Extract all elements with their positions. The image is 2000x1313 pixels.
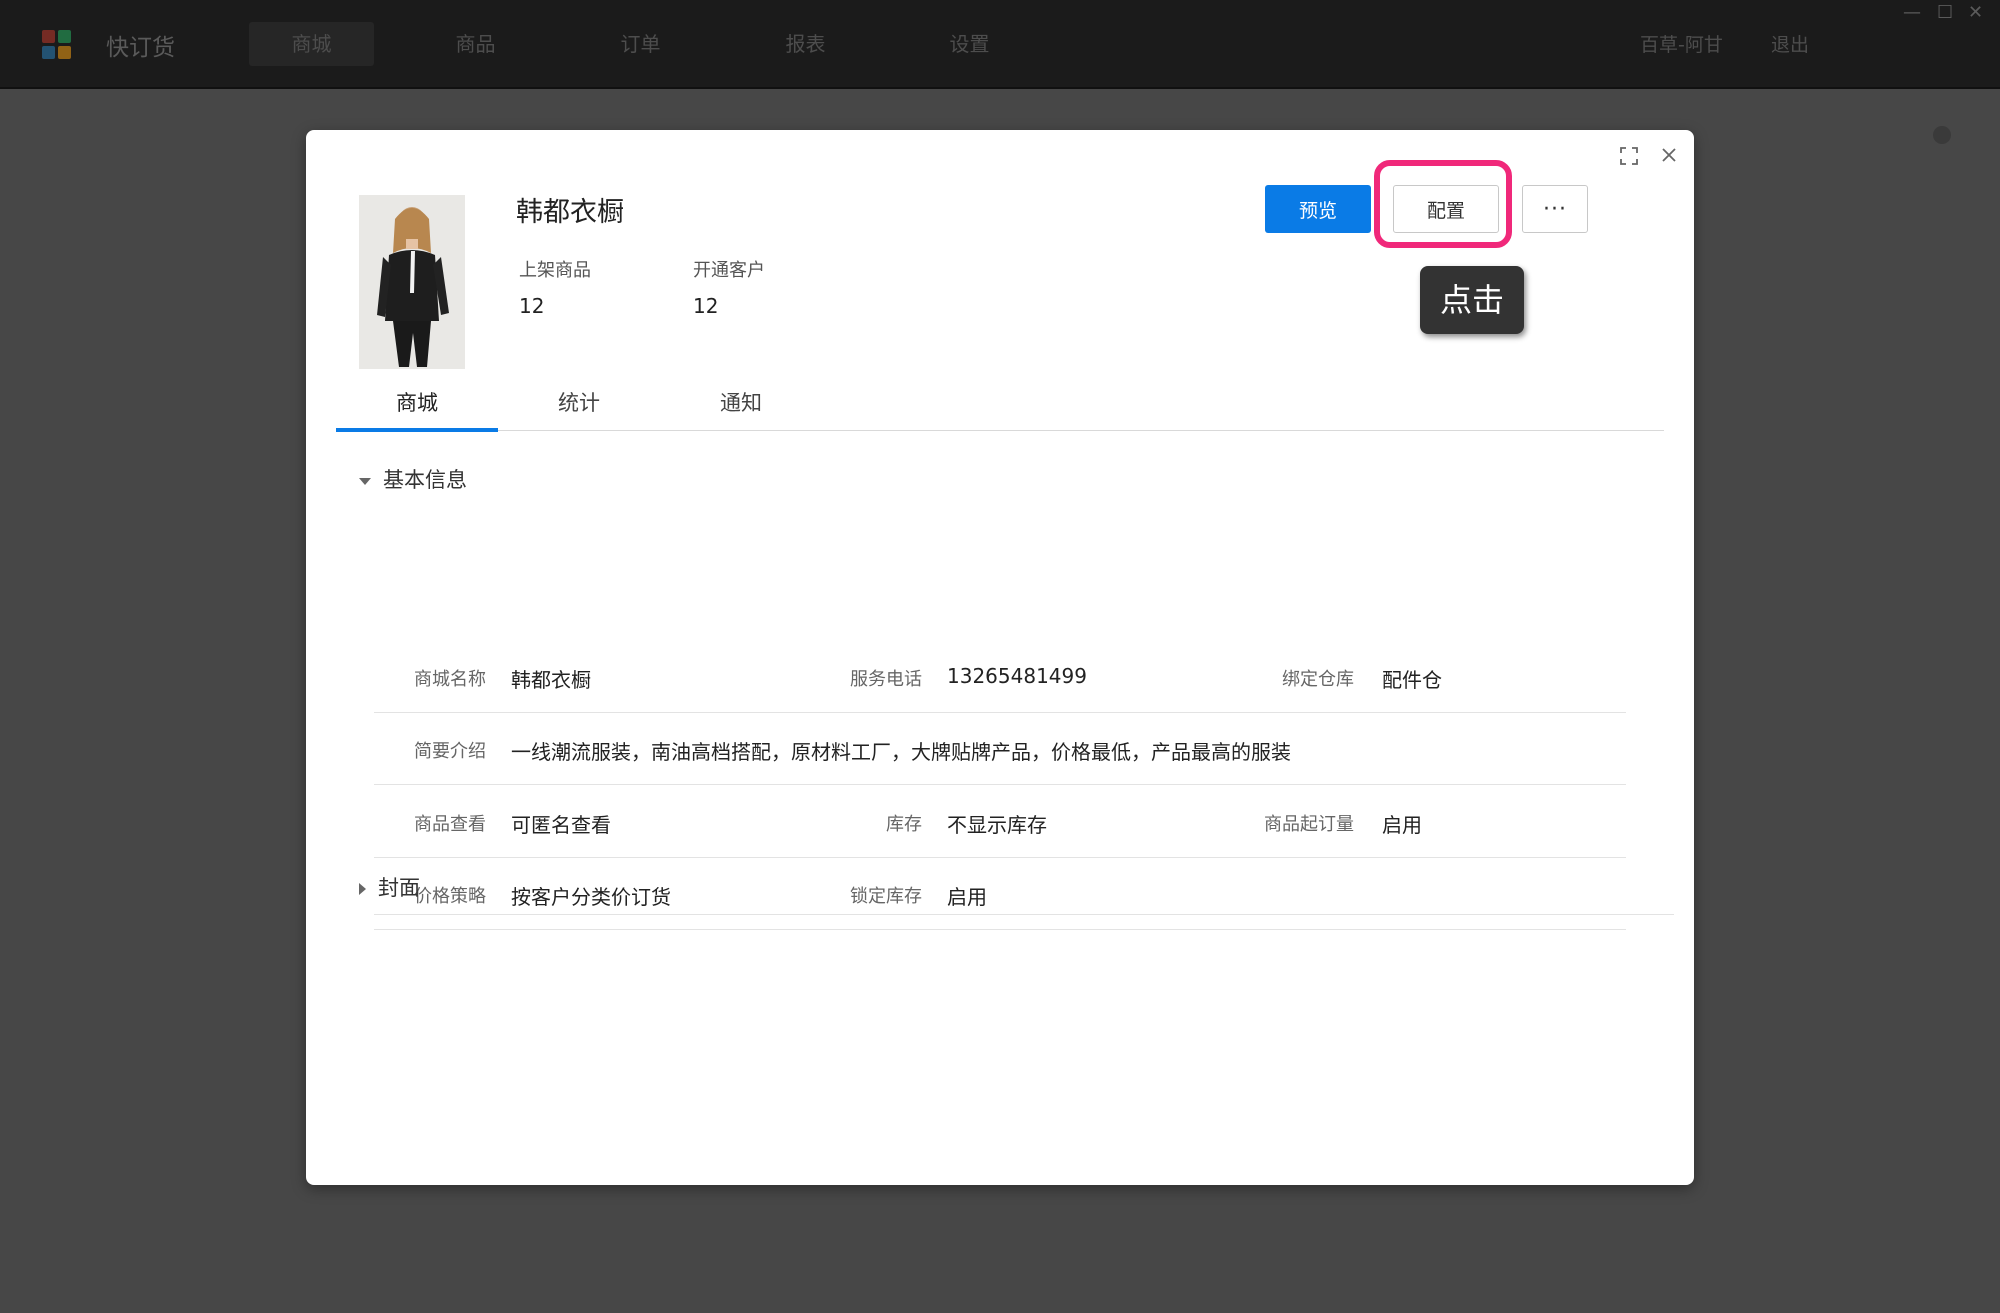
active-customers-value: 12 — [693, 294, 719, 318]
intro-label: 简要介绍 — [414, 741, 486, 762]
warehouse-label: 绑定仓库 — [1282, 669, 1354, 690]
tab-mall[interactable]: 商城 — [336, 382, 498, 432]
window-close-icon[interactable]: ✕ — [1968, 2, 1983, 23]
product-view-label: 商品查看 — [414, 814, 486, 835]
nav-orders[interactable]: 订单 — [578, 22, 703, 66]
app-logo-icon — [42, 30, 72, 60]
preview-button[interactable]: 预览 — [1265, 185, 1371, 233]
user-name[interactable]: 百草-阿甘 — [1640, 30, 1723, 57]
shop-cover-image — [359, 195, 465, 369]
listed-products-label: 上架商品 — [519, 260, 591, 281]
intro-value: 一线潮流服装，南油高档搭配，原材料工厂，大牌贴牌产品，价格最低，产品最高的服装 — [511, 740, 1291, 764]
logout-link[interactable]: 退出 — [1771, 30, 1809, 57]
click-hint-tooltip: 点击 — [1420, 266, 1524, 334]
lock-stock-value: 启用 — [947, 885, 987, 909]
nav-mall[interactable]: 商城 — [249, 22, 374, 66]
cover-divider — [374, 914, 1674, 915]
shop-name-label: 商城名称 — [414, 669, 486, 690]
basic-info-toggle[interactable]: 基本信息 — [359, 464, 467, 494]
phone-label: 服务电话 — [850, 669, 922, 690]
more-button[interactable]: ··· — [1522, 185, 1588, 233]
expand-icon[interactable] — [1616, 143, 1642, 169]
shop-name-value: 韩都衣橱 — [511, 668, 591, 692]
lock-stock-label: 锁定库存 — [850, 886, 922, 907]
caret-down-icon — [359, 477, 371, 485]
stock-value: 不显示库存 — [947, 813, 1047, 837]
listed-products-value: 12 — [519, 294, 545, 318]
info-row: 简要介绍 一线潮流服装，南油高档搭配，原材料工厂，大牌贴牌产品，价格最低，产品最… — [374, 712, 1626, 785]
caret-right-icon — [359, 883, 366, 895]
cover-toggle[interactable]: 封面 — [359, 872, 420, 902]
close-icon[interactable] — [1656, 143, 1682, 169]
price-strategy-value: 按客户分类价订货 — [511, 885, 671, 909]
nav-reports[interactable]: 报表 — [743, 22, 868, 66]
info-row: 商城名称 韩都衣橱 服务电话 13265481499 绑定仓库 配件仓 — [374, 640, 1626, 713]
product-view-value: 可匿名查看 — [511, 813, 611, 837]
phone-value: 13265481499 — [947, 664, 1087, 688]
tab-notifications[interactable]: 通知 — [660, 382, 822, 428]
minimize-icon[interactable]: — — [1903, 2, 1921, 23]
nav-products[interactable]: 商品 — [413, 22, 538, 66]
side-indicator — [1933, 126, 1951, 144]
app-name: 快订货 — [106, 35, 175, 61]
modal-tabs: 商城 统计 通知 — [336, 382, 1664, 432]
nav-settings[interactable]: 设置 — [907, 22, 1032, 66]
info-row: 价格策略 按客户分类价订货 锁定库存 启用 — [374, 857, 1626, 930]
moq-value: 启用 — [1382, 813, 1422, 837]
stock-label: 库存 — [886, 814, 922, 835]
warehouse-value: 配件仓 — [1382, 668, 1442, 692]
shop-detail-modal: 韩都衣橱 上架商品 12 开通客户 12 预览 配置 ··· 点击 商城 统计 … — [306, 130, 1694, 1185]
app-topbar: 快订货 商城 商品 订单 报表 设置 百草-阿甘 退出 — ☐ ✕ — [0, 0, 2000, 89]
active-customers-label: 开通客户 — [693, 260, 765, 281]
moq-label: 商品起订量 — [1264, 814, 1354, 835]
maximize-icon[interactable]: ☐ — [1937, 2, 1953, 23]
cover-title: 封面 — [378, 876, 420, 900]
tab-statistics[interactable]: 统计 — [498, 382, 660, 428]
shop-title: 韩都衣橱 — [516, 197, 624, 228]
config-highlight-frame — [1374, 160, 1512, 248]
info-row: 商品查看 可匿名查看 库存 不显示库存 商品起订量 启用 — [374, 785, 1626, 858]
basic-info-title: 基本信息 — [383, 468, 467, 492]
